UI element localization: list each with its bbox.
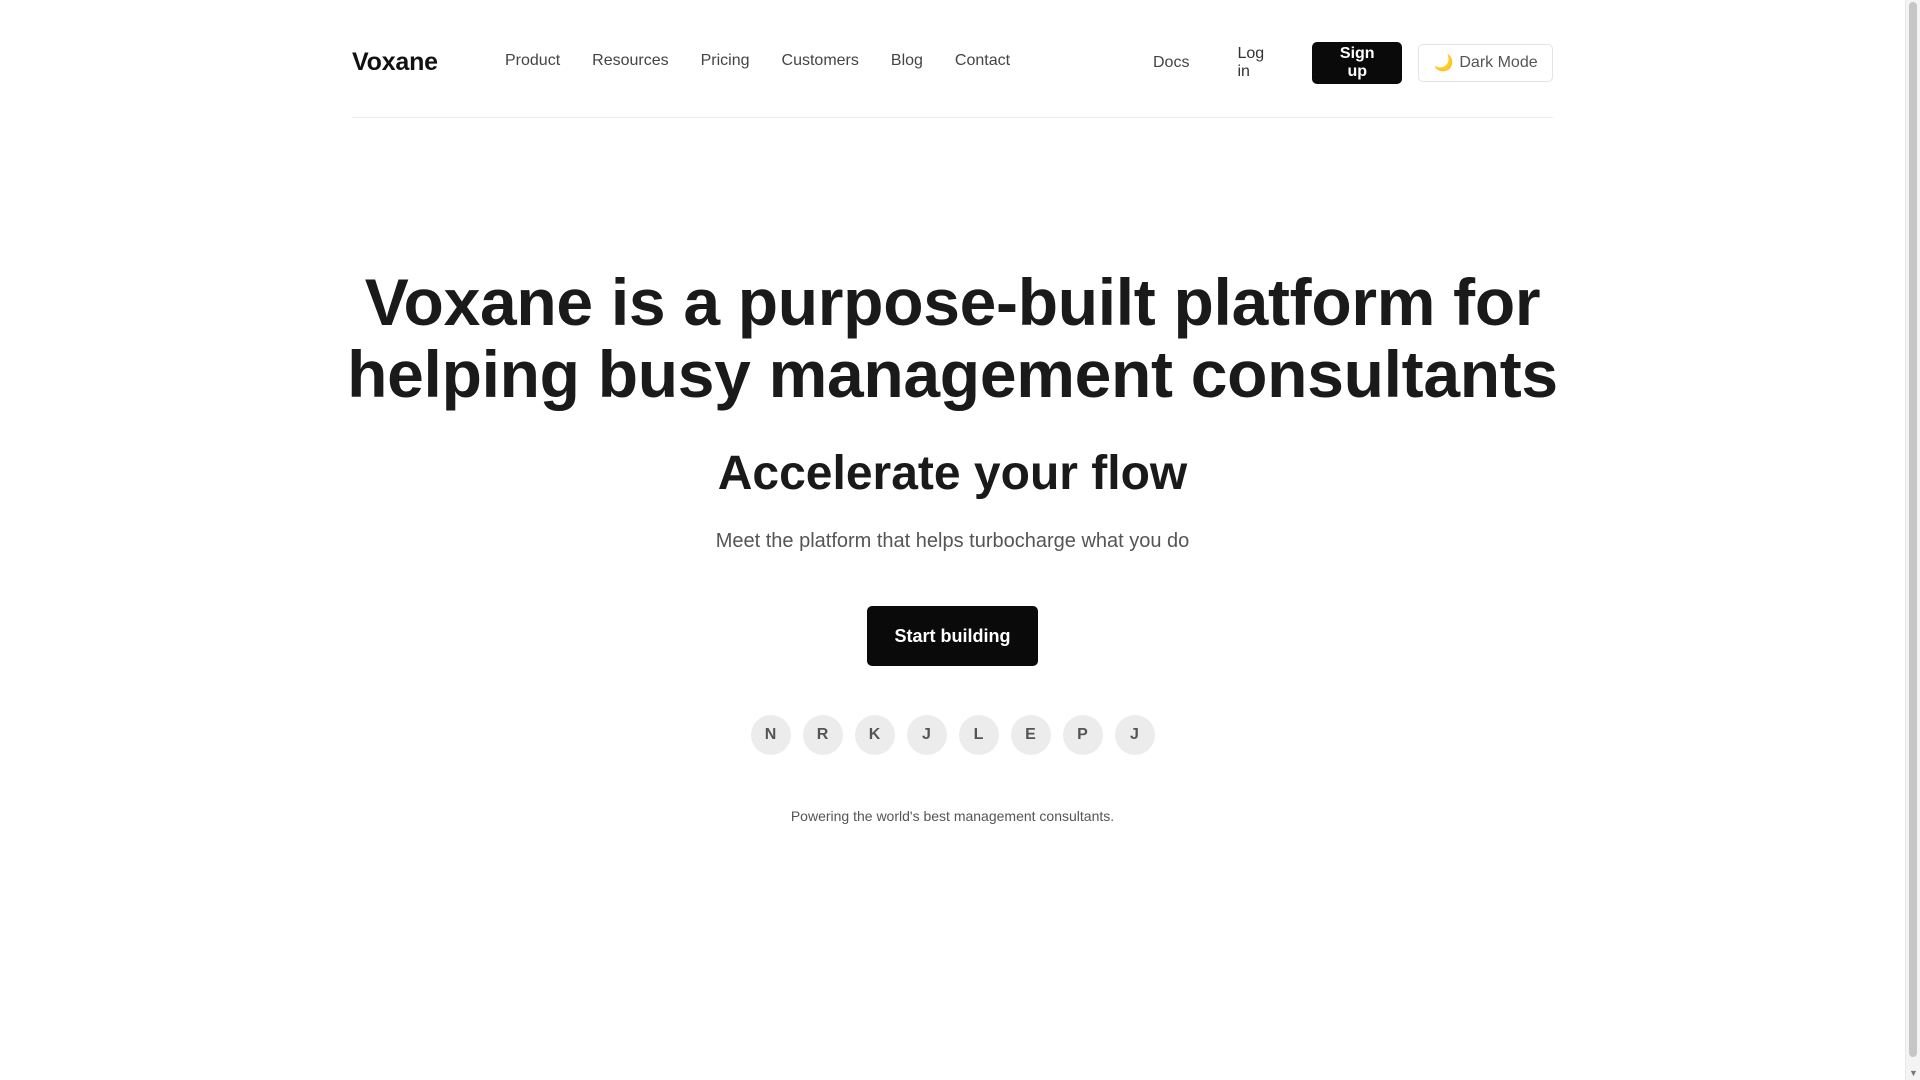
dark-mode-label: Dark Mode bbox=[1459, 54, 1538, 71]
avatar: J bbox=[1114, 715, 1155, 755]
nav-contact[interactable]: Contact bbox=[955, 52, 1010, 70]
signup-button[interactable]: Sign up bbox=[1312, 42, 1403, 84]
hero-headline-line-1: Voxane is a purpose-built platform for bbox=[364, 265, 1541, 339]
site-header: Voxane Product Resources Pricing Custome… bbox=[352, 0, 1553, 118]
nav-pricing[interactable]: Pricing bbox=[701, 52, 750, 70]
cta-wrapper: Start building bbox=[0, 606, 1905, 666]
avatar: J bbox=[906, 715, 947, 755]
landing-page: Voxane Product Resources Pricing Custome… bbox=[0, 0, 1920, 1080]
hero-subheadline: Accelerate your flow bbox=[717, 447, 1188, 500]
hero-headline-line-2: helping busy management consultants bbox=[347, 337, 1558, 411]
hero-headline: Voxane is a purpose-built platform for h… bbox=[0, 266, 1905, 410]
scrollbar-thumb[interactable] bbox=[1909, 2, 1917, 1057]
avatar: L bbox=[958, 715, 999, 755]
nav-customers[interactable]: Customers bbox=[782, 52, 859, 70]
avatar: P bbox=[1062, 715, 1103, 755]
nav-product[interactable]: Product bbox=[505, 52, 560, 70]
avatar: E bbox=[1010, 715, 1051, 755]
chevron-down-icon[interactable]: ▼ bbox=[1909, 1068, 1918, 1078]
start-building-button[interactable]: Start building bbox=[867, 606, 1038, 666]
avatar-row: N R K J L E P J bbox=[0, 715, 1905, 755]
docs-link[interactable]: Docs bbox=[1153, 54, 1189, 72]
dark-mode-toggle[interactable]: 🌙 Dark Mode bbox=[1418, 44, 1553, 82]
nav-resources[interactable]: Resources bbox=[592, 52, 668, 70]
header-actions: Docs Log in Sign up 🌙 Dark Mode bbox=[1153, 42, 1553, 84]
social-proof-text: Powering the world's best management con… bbox=[790, 808, 1115, 824]
vertical-scrollbar[interactable]: ▼ bbox=[1905, 0, 1920, 1080]
hero-tagline: Meet the platform that helps turbocharge… bbox=[715, 530, 1190, 552]
avatar: N bbox=[750, 715, 791, 755]
avatar: K bbox=[854, 715, 895, 755]
main-nav: Product Resources Pricing Customers Blog… bbox=[505, 52, 1010, 70]
avatar: R bbox=[802, 715, 843, 755]
moon-icon: 🌙 bbox=[1433, 55, 1454, 72]
nav-blog[interactable]: Blog bbox=[891, 52, 923, 70]
logo[interactable]: Voxane bbox=[352, 48, 438, 77]
login-link[interactable]: Log in bbox=[1237, 45, 1280, 81]
